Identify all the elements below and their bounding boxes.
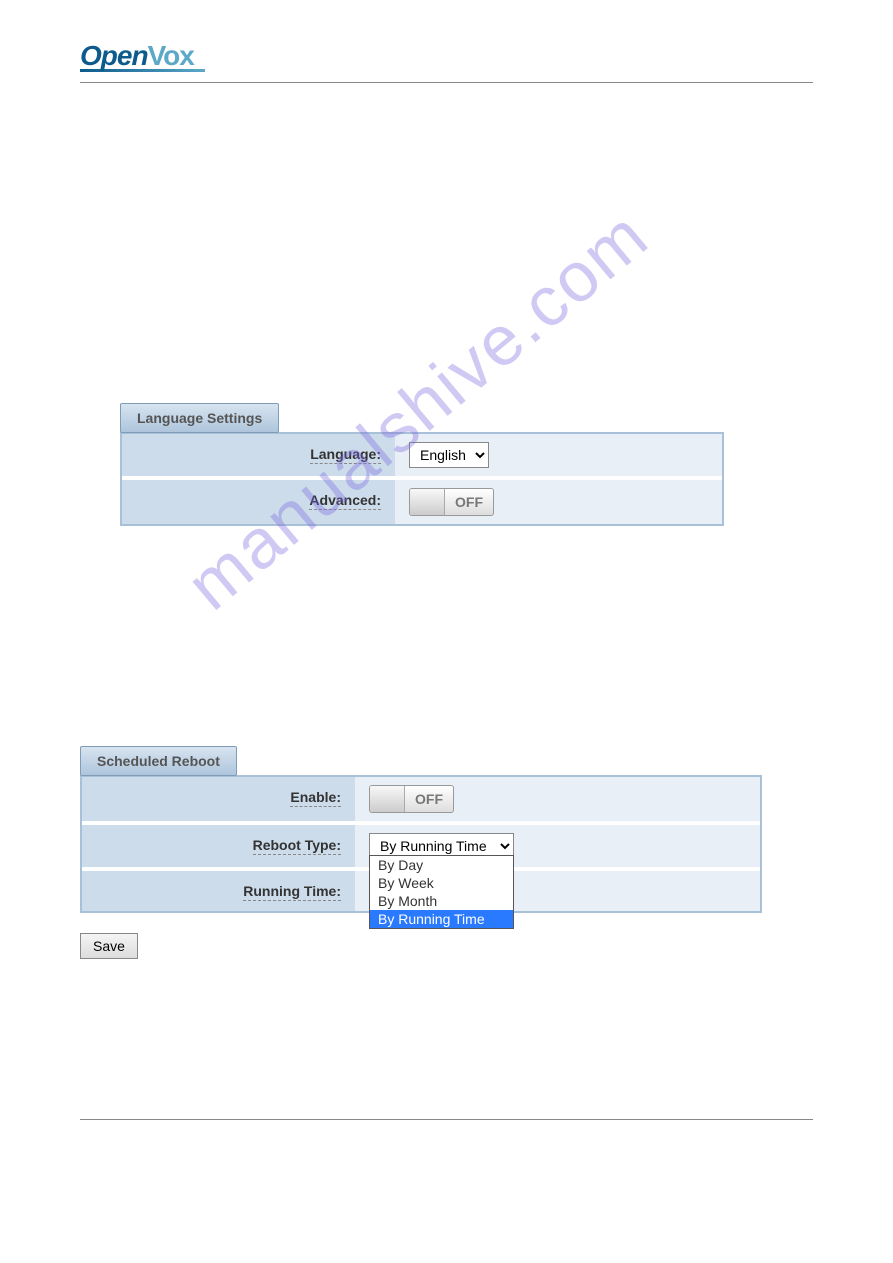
- toggle-handle: [370, 786, 405, 812]
- dropdown-option-week[interactable]: By Week: [370, 874, 513, 892]
- page-header: OpenVox: [80, 40, 813, 83]
- dropdown-option-running-time[interactable]: By Running Time: [370, 910, 513, 928]
- advanced-label: Advanced:: [122, 480, 395, 524]
- dropdown-option-day[interactable]: By Day: [370, 856, 513, 874]
- enable-label: Enable:: [82, 777, 355, 821]
- scheduled-reboot-table: Enable: OFF Reboot Type: By Running Time…: [80, 775, 762, 913]
- reboot-type-dropdown: By Day By Week By Month By Running Time: [369, 855, 514, 929]
- toggle-handle: [410, 489, 445, 515]
- toggle-state: OFF: [445, 489, 493, 515]
- language-select[interactable]: English: [409, 442, 489, 468]
- toggle-state: OFF: [405, 786, 453, 812]
- reboot-type-label: Reboot Type:: [82, 825, 355, 867]
- logo-part1: Open: [80, 40, 148, 71]
- dropdown-option-month[interactable]: By Month: [370, 892, 513, 910]
- running-time-label: Running Time:: [82, 871, 355, 911]
- logo-part2: Vox: [148, 40, 194, 71]
- footer-divider: [80, 1119, 813, 1120]
- advanced-toggle[interactable]: OFF: [409, 488, 494, 516]
- scheduled-reboot-header: Scheduled Reboot: [80, 746, 237, 776]
- logo: OpenVox: [80, 40, 813, 72]
- language-settings-header: Language Settings: [120, 403, 279, 433]
- save-button[interactable]: Save: [80, 933, 138, 959]
- language-label: Language:: [122, 434, 395, 476]
- enable-toggle[interactable]: OFF: [369, 785, 454, 813]
- language-settings-table: Language: English Advanced: OFF: [120, 432, 724, 526]
